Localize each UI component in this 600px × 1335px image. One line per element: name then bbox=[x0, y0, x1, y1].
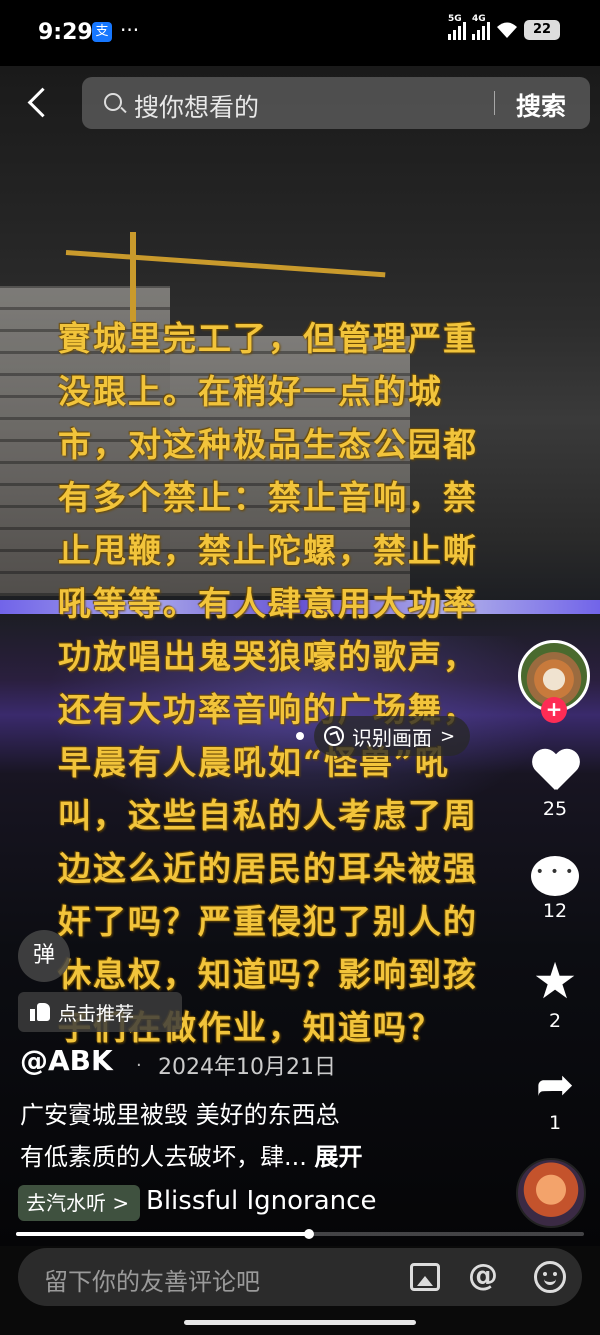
thumbs-up-icon bbox=[30, 1003, 50, 1021]
mention-icon[interactable]: @ bbox=[468, 1258, 498, 1293]
music-title[interactable]: Blissful Ignorance bbox=[146, 1186, 376, 1216]
search-icon bbox=[104, 93, 122, 111]
like-count: 25 bbox=[542, 798, 568, 820]
identify-label: 识别画面 bbox=[352, 725, 432, 750]
post-date: 2024年10月21日 bbox=[158, 1055, 336, 1080]
search-divider bbox=[494, 91, 495, 115]
share-arrow-icon: ➦ bbox=[535, 1057, 575, 1111]
heart-icon bbox=[531, 750, 579, 794]
signal-4g-icon: 4G bbox=[472, 14, 490, 40]
alipay-notification-icon: 支 bbox=[92, 22, 112, 42]
author-name[interactable]: @ABK bbox=[20, 1044, 113, 1077]
separator-dot: · bbox=[136, 1055, 142, 1076]
share-count: 1 bbox=[548, 1112, 562, 1134]
comment-placeholder: 留下你的友善评论吧 bbox=[44, 1268, 260, 1296]
identify-screen-button[interactable]: 识别画面 > bbox=[314, 716, 470, 756]
crane-arm bbox=[65, 250, 386, 278]
danmaku-toggle-button[interactable]: 弹 bbox=[18, 930, 70, 982]
crane bbox=[130, 232, 136, 322]
comment-button[interactable]: 12 bbox=[515, 856, 595, 922]
like-button[interactable]: 25 bbox=[515, 750, 595, 820]
favorite-button[interactable]: ★ 2 bbox=[515, 956, 595, 1032]
caption-line: 有低素质的人去破坏，肆... 展开 bbox=[20, 1143, 363, 1171]
post-caption[interactable]: 广安賨城里被毁 美好的东西总 有低素质的人去破坏，肆... 展开 bbox=[20, 1094, 460, 1178]
video-progress-bar[interactable] bbox=[16, 1229, 584, 1239]
identify-icon bbox=[324, 726, 344, 746]
chevron-right-icon: > bbox=[440, 725, 456, 747]
progress-fill bbox=[16, 1232, 310, 1236]
music-disc-icon[interactable] bbox=[516, 1158, 586, 1228]
status-indicators: 5G 4G 22 bbox=[448, 14, 560, 40]
comment-count: 12 bbox=[542, 900, 568, 922]
favorite-count: 2 bbox=[548, 1010, 562, 1032]
identify-dot bbox=[296, 732, 304, 740]
comment-bubble-icon bbox=[531, 856, 579, 896]
status-bar: 9:29 支 ··· 5G 4G 22 bbox=[0, 0, 600, 66]
battery-icon: 22 bbox=[524, 20, 560, 40]
search-input[interactable]: 搜你想看的 bbox=[134, 88, 259, 124]
comment-input[interactable]: 留下你的友善评论吧 @ bbox=[18, 1248, 582, 1306]
home-indicator bbox=[184, 1320, 416, 1325]
caption-line: 广安賨城里被毁 美好的东西总 bbox=[20, 1101, 340, 1129]
overlay-caption-text: 賨城里完工了，但管理严重 没跟上。在稍好一点的城 市，对这种极品生态公园都 有多… bbox=[58, 319, 478, 1047]
star-icon: ★ bbox=[532, 952, 578, 1010]
share-button[interactable]: ➦ 1 bbox=[515, 1060, 595, 1134]
expand-link[interactable]: 展开 bbox=[315, 1143, 363, 1171]
recommend-label: 点击推荐 bbox=[58, 1002, 135, 1025]
follow-button[interactable]: + bbox=[541, 697, 567, 723]
open-in-qishui-button[interactable]: 去汽水听 > bbox=[18, 1185, 140, 1221]
more-notifications-icon: ··· bbox=[120, 18, 140, 42]
bottom-bar: 留下你的友善评论吧 @ bbox=[0, 1246, 600, 1335]
search-button[interactable]: 搜索 bbox=[516, 87, 566, 123]
status-time: 9:29 bbox=[38, 20, 93, 45]
signal-5g-icon: 5G bbox=[448, 14, 466, 40]
recommend-button[interactable]: 点击推荐 bbox=[18, 992, 182, 1032]
wifi-icon bbox=[497, 22, 517, 38]
search-bar[interactable]: 搜你想看的 搜索 bbox=[82, 77, 590, 129]
emoji-icon[interactable] bbox=[534, 1261, 566, 1293]
back-icon[interactable] bbox=[22, 84, 56, 124]
image-icon[interactable] bbox=[410, 1263, 440, 1291]
